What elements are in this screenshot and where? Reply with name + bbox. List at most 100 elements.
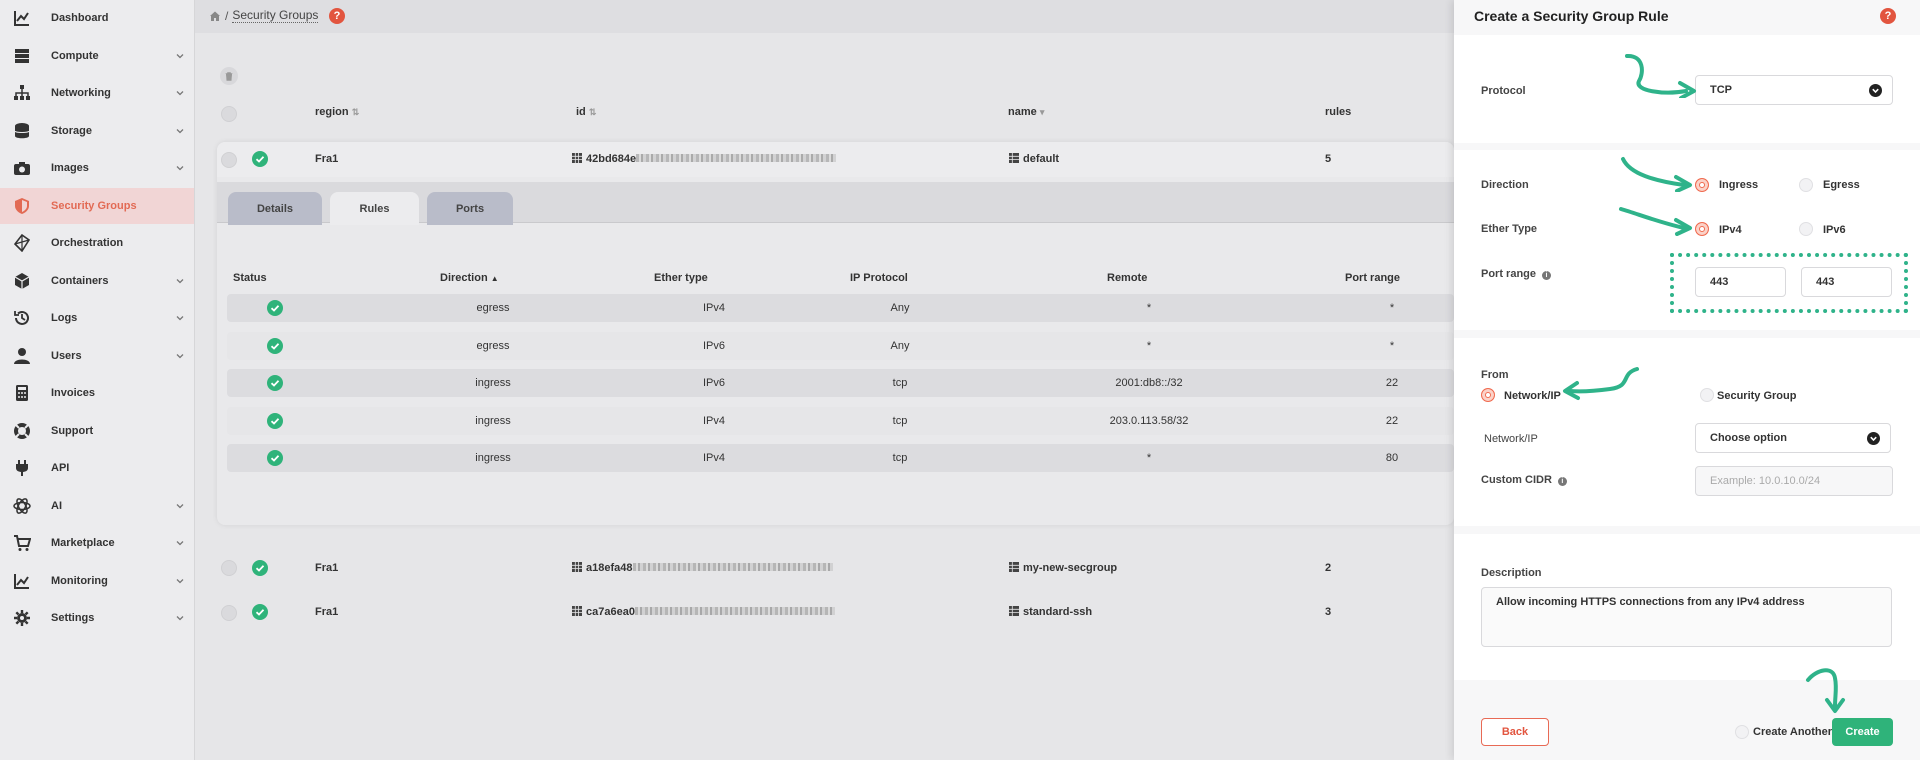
rule-row[interactable]: ingress IPv4 tcp 203.0.113.58/32 22 xyxy=(227,406,1454,435)
row-checkbox[interactable] xyxy=(221,605,237,621)
home-icon[interactable] xyxy=(209,10,221,22)
list-icon xyxy=(1009,562,1019,572)
egress-radio[interactable] xyxy=(1799,178,1813,192)
rule-row[interactable]: ingress IPv4 tcp * 80 xyxy=(227,444,1454,472)
help-icon[interactable]: ? xyxy=(329,8,345,24)
rule-row[interactable]: egress IPv6 Any * * xyxy=(227,331,1454,360)
row-checkbox[interactable] xyxy=(221,152,237,168)
info-icon[interactable]: i xyxy=(1542,271,1552,280)
ingress-label[interactable]: Ingress xyxy=(1719,179,1758,191)
rule-row[interactable]: ingress IPv6 tcp 2001:db8::/32 22 xyxy=(227,369,1454,397)
sidebar-item-security-groups[interactable]: Security Groups xyxy=(0,187,194,224)
create-another-label[interactable]: Create Another xyxy=(1753,726,1832,738)
row-id[interactable]: 42bd684e xyxy=(572,153,837,165)
sidebar-item-containers[interactable]: Containers xyxy=(0,263,194,299)
protocol-select[interactable]: TCP xyxy=(1695,75,1893,105)
rules-header-protocol[interactable]: IP Protocol xyxy=(850,272,908,284)
col-header-name[interactable]: name ▾ xyxy=(1008,106,1044,118)
sidebar-item-networking[interactable]: Networking xyxy=(0,75,194,111)
chevron-down-icon xyxy=(176,316,184,321)
row-name: default xyxy=(1009,153,1059,165)
sidebar-item-dashboard[interactable]: Dashboard xyxy=(0,0,194,36)
area-chart-icon xyxy=(13,572,31,590)
network-ip-radio[interactable] xyxy=(1481,388,1495,402)
rule-ether: IPv6 xyxy=(702,339,726,352)
sidebar-item-storage[interactable]: Storage xyxy=(0,113,194,149)
chevron-down-icon xyxy=(1869,84,1882,97)
sidebar-item-ai[interactable]: AI xyxy=(0,488,194,524)
ipv6-label[interactable]: IPv6 xyxy=(1823,224,1846,236)
row-rules: 3 xyxy=(1325,606,1332,618)
check-circle-icon xyxy=(267,412,283,429)
create-rule-panel: Create a Security Group Rule ? Protocol … xyxy=(1454,0,1920,760)
sidebar-item-logs[interactable]: Logs xyxy=(0,300,194,336)
sidebar-item-label: Images xyxy=(51,162,89,174)
row-region: Fra1 xyxy=(315,606,339,618)
chevron-down-icon xyxy=(176,278,184,283)
help-icon[interactable]: ? xyxy=(1880,8,1896,24)
port-range-label: Port range i xyxy=(1481,268,1552,280)
rules-header-direction[interactable]: Direction ▲ xyxy=(440,272,499,284)
main-content: / Security Groups ? region ⇅ id ⇅ name ▾… xyxy=(195,0,1454,760)
create-button[interactable]: Create xyxy=(1832,718,1893,746)
table-row[interactable]: Fra1 42bd684e default 5 xyxy=(217,142,1454,177)
col-header-id[interactable]: id ⇅ xyxy=(576,106,596,118)
cube-icon xyxy=(13,272,31,290)
row-checkbox[interactable] xyxy=(221,560,237,576)
network-ip-label[interactable]: Network/IP xyxy=(1504,390,1561,402)
description-label: Description xyxy=(1481,567,1542,579)
chevron-down-icon xyxy=(176,578,184,583)
sidebar-item-users[interactable]: Users xyxy=(0,338,194,374)
rules-header-status[interactable]: Status xyxy=(233,272,267,284)
rules-header-remote[interactable]: Remote xyxy=(1107,272,1147,284)
col-header-region[interactable]: region ⇅ xyxy=(315,106,359,118)
info-icon[interactable]: i xyxy=(1557,477,1567,486)
port-max-input[interactable]: 443 xyxy=(1801,267,1892,297)
select-all-checkbox[interactable] xyxy=(221,106,237,122)
custom-cidr-input[interactable]: Example: 10.0.10.0/24 xyxy=(1695,466,1893,496)
col-header-rules[interactable]: rules xyxy=(1325,106,1351,118)
egress-label[interactable]: Egress xyxy=(1823,179,1860,191)
sidebar-item-marketplace[interactable]: Marketplace xyxy=(0,525,194,561)
row-id[interactable]: a18efa48 xyxy=(572,562,833,574)
from-card: From Network/IP Security Group Network/I… xyxy=(1454,338,1920,526)
trash-icon[interactable] xyxy=(220,67,238,85)
tab-ports[interactable]: Ports xyxy=(427,192,513,225)
row-id[interactable]: ca7a6ea0 xyxy=(572,606,835,618)
sidebar-item-invoices[interactable]: Invoices xyxy=(0,375,194,411)
sidebar-item-monitoring[interactable]: Monitoring xyxy=(0,563,194,599)
breadcrumb-current[interactable]: Security Groups xyxy=(232,8,319,23)
rule-direction: ingress xyxy=(475,414,511,427)
security-group-label[interactable]: Security Group xyxy=(1717,390,1796,402)
security-group-radio[interactable] xyxy=(1700,388,1714,402)
ipv4-label[interactable]: IPv4 xyxy=(1719,224,1742,236)
rule-port: * xyxy=(1389,339,1395,352)
tab-details[interactable]: Details xyxy=(228,192,322,225)
rule-proto: tcp xyxy=(892,414,908,427)
shield-icon xyxy=(13,197,31,215)
sidebar-item-orchestration[interactable]: Orchestration xyxy=(0,225,194,261)
sidebar-item-label: Invoices xyxy=(51,387,96,399)
rule-direction: egress xyxy=(476,302,510,314)
create-another-checkbox[interactable] xyxy=(1735,725,1749,739)
description-textarea[interactable]: Allow incoming HTTPS connections from an… xyxy=(1481,587,1892,647)
rule-row[interactable]: egress IPv4 Any * * xyxy=(227,294,1454,322)
tab-rules[interactable]: Rules xyxy=(330,192,419,225)
rules-header-port[interactable]: Port range xyxy=(1345,272,1400,284)
sidebar-item-settings[interactable]: Settings xyxy=(0,600,194,636)
sidebar-item-label: Settings xyxy=(51,612,95,624)
custom-cidr-label: Custom CIDR i xyxy=(1481,474,1567,486)
port-min-input[interactable]: 443 xyxy=(1695,267,1786,297)
sidebar-item-compute[interactable]: Compute xyxy=(0,38,194,74)
rule-direction: egress xyxy=(476,339,510,352)
sidebar-item-support[interactable]: Support xyxy=(0,413,194,449)
sidebar-item-api[interactable]: API xyxy=(0,450,194,486)
rule-remote: 203.0.113.58/32 xyxy=(1109,414,1189,427)
back-button[interactable]: Back xyxy=(1481,718,1549,746)
chevron-down-icon xyxy=(176,53,184,58)
network-select[interactable]: Choose option xyxy=(1695,423,1891,453)
sidebar-item-images[interactable]: Images xyxy=(0,150,194,186)
chevron-down-icon xyxy=(176,353,184,358)
rules-header-ether[interactable]: Ether type xyxy=(654,272,708,284)
ipv6-radio[interactable] xyxy=(1799,222,1813,236)
